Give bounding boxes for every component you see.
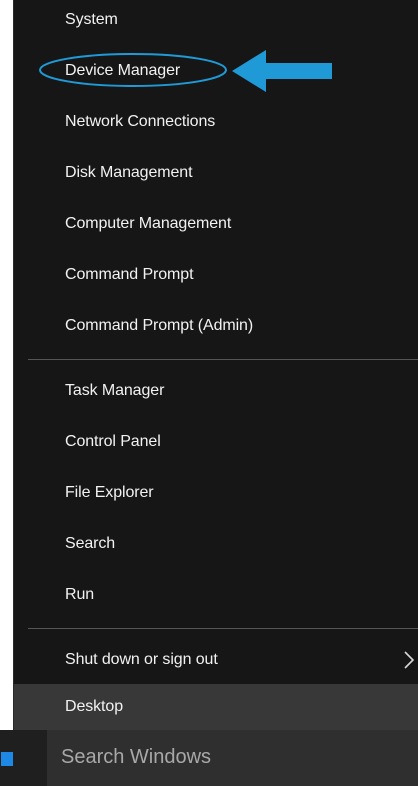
menu-item-label: Command Prompt (Admin) [65, 316, 254, 334]
menu-item-network-connections[interactable]: Network Connections [14, 96, 418, 147]
menu-item-device-manager[interactable]: Device Manager [14, 45, 418, 96]
menu-item-shut-down-or-sign-out[interactable]: Shut down or sign out [14, 634, 418, 685]
menu-item-command-prompt-admin[interactable]: Command Prompt (Admin) [14, 300, 418, 351]
menu-item-computer-management[interactable]: Computer Management [14, 198, 418, 249]
menu-item-label: Run [65, 585, 95, 603]
chevron-right-icon [399, 634, 418, 685]
menu-item-label: Computer Management [65, 214, 232, 232]
menu-item-disk-management[interactable]: Disk Management [14, 147, 418, 198]
start-button[interactable] [0, 730, 13, 786]
menu-item-label: Network Connections [65, 112, 216, 130]
menu-item-control-panel[interactable]: Control Panel [14, 416, 418, 467]
menu-item-system[interactable]: System [14, 0, 418, 45]
taskbar [0, 730, 418, 786]
search-box[interactable] [47, 730, 418, 786]
windows-logo-icon [1, 752, 13, 766]
search-input[interactable] [61, 746, 401, 769]
menu-item-desktop[interactable]: Desktop [14, 684, 418, 730]
menu-item-task-manager[interactable]: Task Manager [14, 365, 418, 416]
menu-item-label: System [65, 10, 118, 28]
menu-item-command-prompt[interactable]: Command Prompt [14, 249, 418, 300]
menu-item-label: Desktop [65, 698, 123, 715]
menu-item-label: Shut down or sign out [65, 650, 218, 668]
menu-item-label: Device Manager [65, 61, 181, 79]
menu-item-search[interactable]: Search [14, 518, 418, 569]
winx-context-menu: System Device Manager Network Connection… [13, 0, 418, 730]
menu-item-run[interactable]: Run [14, 569, 418, 620]
menu-item-label: Task Manager [65, 381, 165, 399]
menu-separator [28, 628, 418, 629]
menu-item-label: Search [65, 534, 116, 552]
menu-item-label: File Explorer [65, 483, 154, 501]
menu-item-label: Control Panel [65, 432, 161, 450]
menu-item-label: Disk Management [65, 163, 193, 181]
menu-item-file-explorer[interactable]: File Explorer [14, 467, 418, 518]
menu-item-label: Command Prompt [65, 265, 194, 283]
menu-separator [28, 359, 418, 360]
